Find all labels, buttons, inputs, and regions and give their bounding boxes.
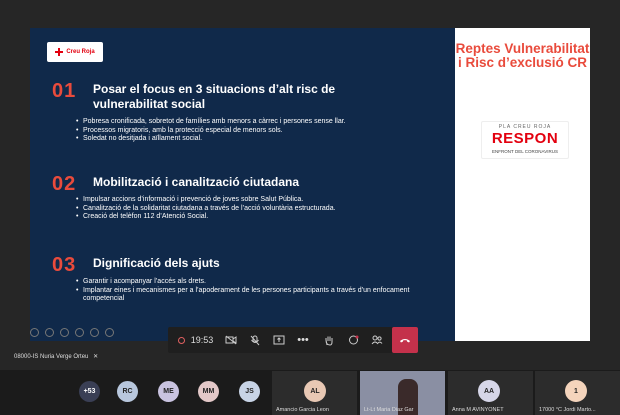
ellipsis-icon: ••• [297, 334, 309, 346]
participant-avatar: AL [304, 380, 326, 402]
participant-name: Anna M AVINYONET [452, 407, 504, 413]
meeting-control-bar: 19:53 ••• [168, 327, 418, 353]
participant-name: Amancio Garcia Leon [276, 407, 329, 413]
camera-off-icon [225, 335, 237, 345]
presenter-controls [30, 328, 114, 338]
section-title: Mobilització i canalització ciutadana [93, 175, 300, 189]
pointer-icon[interactable] [45, 328, 54, 337]
chat-icon [348, 335, 358, 344]
meeting-timer: 19:53 [190, 335, 214, 345]
highlighter-icon[interactable] [75, 328, 84, 337]
bullet: Implantar eines i mecanismes per a l’apo… [76, 287, 431, 304]
bullet: Pobresa cronificada, sobretot de famílie… [76, 118, 431, 127]
participant-video-tile[interactable]: Lt-Lt Maria Diaz Gar [360, 371, 445, 415]
participant-avatar[interactable]: MM [198, 381, 219, 402]
bullet: Garantir i acompanyar l’accés als drets. [76, 278, 431, 287]
logo-text: Creu Roja [66, 49, 95, 55]
participant-avatar: AA [478, 380, 500, 402]
raise-hand-button[interactable] [318, 327, 340, 353]
participants-button[interactable] [366, 327, 388, 353]
hang-up-button[interactable] [392, 327, 418, 353]
people-icon [371, 335, 383, 345]
creu-roja-logo: Creu Roja [47, 42, 103, 62]
chat-button[interactable] [342, 327, 364, 353]
bullet: Canalització de la solidaritat ciutadana… [76, 205, 431, 214]
slide: Creu Roja 01 Posar el focus en 3 situaci… [30, 28, 590, 341]
pla-respon-logo: PLA CREU ROJA RESPON ENFRONT DEL CORONAV… [481, 121, 569, 159]
pen-icon[interactable] [60, 328, 69, 337]
bullet: Creació del telèfon 112 d’Atenció Social… [76, 213, 431, 222]
section-number: 02 [52, 173, 77, 195]
participant-avatar: 1 [565, 380, 587, 402]
camera-button[interactable] [220, 327, 242, 353]
record-button[interactable] [174, 327, 188, 353]
mic-off-small-icon: ✕ [93, 354, 99, 360]
participant-avatar[interactable]: RC [117, 381, 138, 402]
more-participants-badge[interactable]: +53 [79, 381, 100, 402]
phone-hangup-icon [400, 339, 410, 343]
enfront-text: ENFRONT DEL CORONAVIRUS [492, 149, 558, 154]
respon-text: RESPON [491, 130, 559, 147]
section-title: Dignificació dels ajuts [93, 256, 220, 270]
participant-name: Lt-Lt Maria Diaz Gar [364, 407, 414, 413]
slide-main-panel: Creu Roja 01 Posar el focus en 3 situaci… [30, 28, 455, 341]
mic-button[interactable] [244, 327, 266, 353]
participant-tile[interactable]: AL Amancio Garcia Leon [272, 371, 357, 415]
record-icon [177, 336, 185, 344]
presenter-name: 08000-IS Nuria Verge Orteu [14, 354, 89, 360]
mic-off-icon [250, 335, 260, 345]
grid-icon[interactable] [90, 328, 99, 337]
section-01-bullets: Pobresa cronificada, sobretot de famílie… [76, 118, 431, 144]
participant-tile[interactable]: 1 17000 °C Jordi Marto... [535, 371, 620, 415]
prev-slide-icon[interactable] [30, 328, 39, 337]
more-options-icon[interactable] [105, 328, 114, 337]
presentation-stage: Creu Roja 01 Posar el focus en 3 situaci… [0, 0, 620, 370]
section-number: 03 [52, 254, 77, 276]
more-button[interactable]: ••• [292, 327, 314, 353]
side-title: Reptes Vulnerabilitat i Risc d’exclusió … [455, 41, 590, 70]
section-02-bullets: Impulsar accions d’informació i prevenci… [76, 196, 431, 222]
participant-avatar[interactable]: ME [158, 381, 179, 402]
red-cross-icon [55, 48, 64, 56]
hand-icon [325, 336, 333, 346]
participant-avatar[interactable]: JS [239, 381, 260, 402]
share-screen-icon [273, 335, 285, 345]
bullet: Soledat no desitjada i aïllament social. [76, 135, 431, 144]
section-number: 01 [52, 80, 77, 102]
presenter-name-caption: 08000-IS Nuria Verge Orteu ✕ [14, 353, 98, 360]
participant-name: 17000 °C Jordi Marto... [539, 407, 596, 413]
participant-tile[interactable]: AA Anna M AVINYONET [448, 371, 533, 415]
section-03-bullets: Garantir i acompanyar l’accés als drets.… [76, 278, 431, 304]
section-title: Posar el focus en 3 situacions d’alt ris… [93, 82, 336, 111]
slide-side-panel: Reptes Vulnerabilitat i Risc d’exclusió … [455, 28, 590, 341]
bullet: Impulsar accions d’informació i prevenci… [76, 196, 431, 205]
share-button[interactable] [268, 327, 290, 353]
bullet: Processos migratoris, amb la protecció e… [76, 127, 431, 136]
